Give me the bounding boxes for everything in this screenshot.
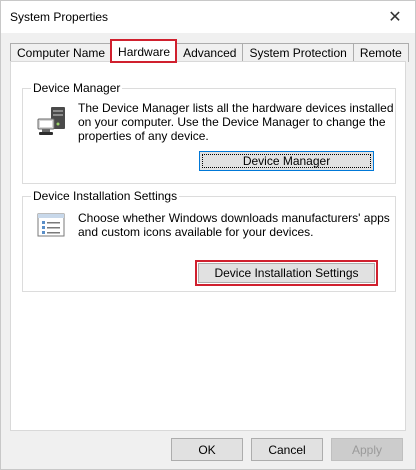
device-manager-group-title: Device Manager — [31, 81, 123, 95]
device-installation-group-title: Device Installation Settings — [31, 189, 180, 203]
tab-strip: Computer Name Hardware Advanced System P… — [10, 39, 409, 63]
close-button[interactable]: ✕ — [381, 5, 409, 29]
checklist-icon — [37, 213, 65, 237]
window-title: System Properties — [10, 10, 109, 24]
tab-advanced[interactable]: Advanced — [176, 43, 243, 62]
tab-remote[interactable]: Remote — [352, 43, 409, 62]
tab-system-protection[interactable]: System Protection — [242, 43, 353, 62]
device-installation-settings-button[interactable]: Device Installation Settings — [195, 260, 378, 286]
close-icon: ✕ — [388, 9, 402, 26]
device-manager-button[interactable]: Device Manager — [199, 151, 374, 171]
device-manager-icon — [35, 105, 69, 137]
system-properties-window: System Properties ✕ Computer Name Hardwa… — [0, 0, 416, 470]
ok-button[interactable]: OK — [171, 438, 243, 461]
device-manager-description: The Device Manager lists all the hardwar… — [78, 101, 394, 143]
hardware-tab-panel: Device Manager The Device Manager lists … — [10, 61, 406, 431]
device-installation-description: Choose whether Windows downloads manufac… — [78, 211, 390, 239]
apply-button[interactable]: Apply — [331, 438, 403, 461]
cancel-button[interactable]: Cancel — [251, 438, 323, 461]
device-installation-group: Device Installation Settings Choose whet… — [22, 189, 396, 292]
title-bar: System Properties ✕ — [1, 1, 415, 33]
tab-computer-name[interactable]: Computer Name — [10, 43, 112, 62]
tab-hardware[interactable]: Hardware — [110, 39, 178, 63]
device-manager-group: Device Manager The Device Manager lists … — [22, 81, 396, 184]
